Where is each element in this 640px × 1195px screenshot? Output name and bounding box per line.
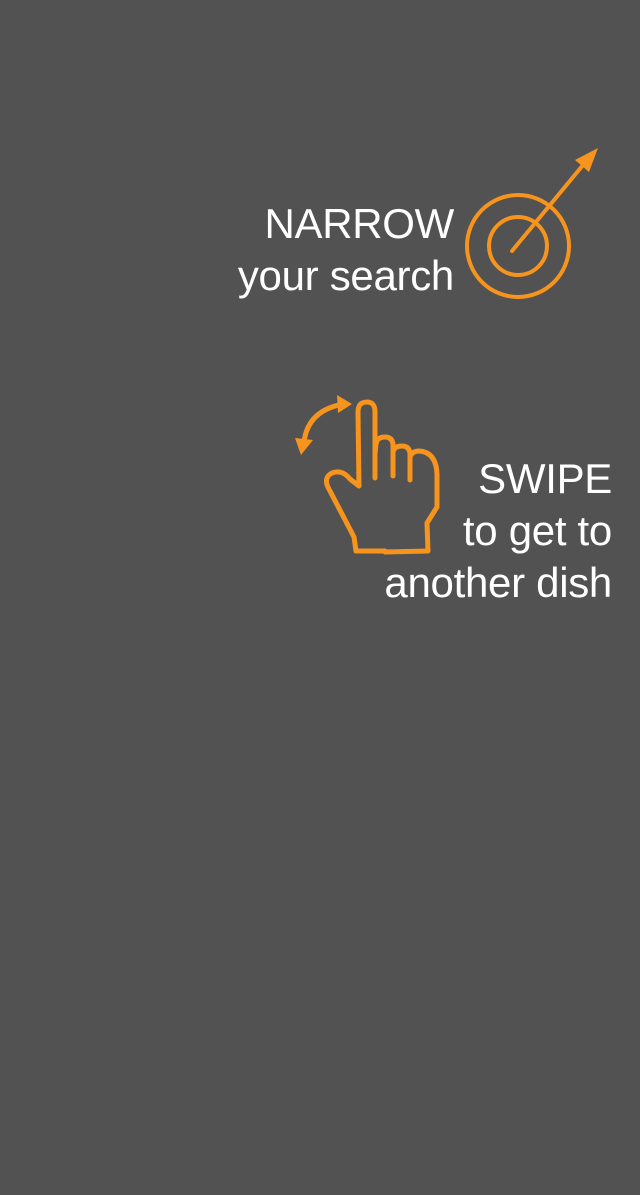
swipe-hand-icon bbox=[295, 395, 440, 555]
narrow-heading: NARROW bbox=[264, 200, 454, 247]
narrow-subtext: your search bbox=[237, 252, 454, 299]
swipe-subtext-line2: another dish bbox=[384, 559, 612, 606]
tutorial-overlay[interactable]: NARROW your search SWIPE to get to anoth… bbox=[0, 0, 640, 1195]
narrow-hint: NARROW your search bbox=[238, 198, 454, 302]
target-arrow-icon bbox=[465, 148, 598, 299]
